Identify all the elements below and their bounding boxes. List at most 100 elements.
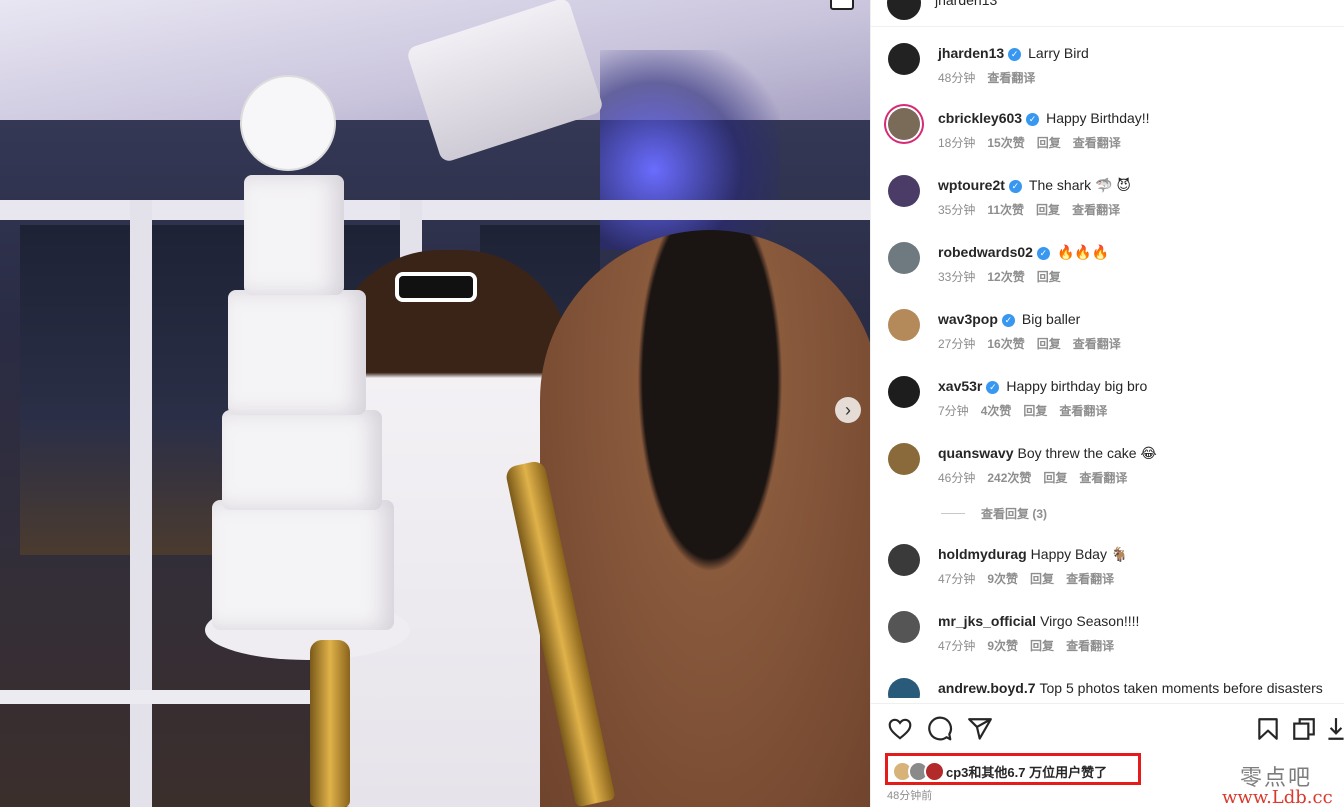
commenter-avatar[interactable] [888,443,920,475]
commenter-username[interactable]: quanswavy [938,445,1013,461]
comment-list[interactable]: jharden13 ✓ Larry Bird 48分钟 查看翻译 cbrickley603… [871,26,1344,698]
commenter-avatar[interactable] [888,544,920,576]
comment-body: cbrickley603 ✓ Happy Birthday!! [938,109,1150,127]
window-post [130,200,152,807]
share-icon[interactable] [967,716,993,742]
divider [941,513,965,514]
translate-button[interactable]: 查看翻译 [1073,136,1121,150]
comment-likes[interactable]: 4次赞 [981,404,1012,418]
translate-button[interactable]: 查看翻译 [1073,337,1121,351]
comment-body: holdmydurag Happy Bday 🐐 [938,545,1128,563]
commenter-avatar[interactable] [888,309,920,341]
commenter-username[interactable]: cbrickley603 [938,110,1022,126]
next-photo-button[interactable]: › [835,397,861,423]
download-icon[interactable] [1327,716,1344,742]
comment-icon[interactable] [927,716,953,742]
comment-body: mr_jks_official Virgo Season!!!! [938,612,1139,630]
verified-badge-icon: ✓ [1001,314,1015,327]
commenter-avatar[interactable] [888,108,920,140]
commenter-avatar[interactable] [888,376,920,408]
heart-icon[interactable] [887,716,913,742]
commenter-username[interactable]: wav3pop [938,311,998,327]
copy-icon[interactable] [1291,716,1317,742]
multi-photo-icon [830,0,854,10]
blue-light [600,50,780,250]
post-header: jharden13 [871,0,1344,27]
reply-button[interactable]: 回复 [1043,471,1067,485]
commenter-username[interactable]: holdmydurag [938,546,1027,562]
watermark-url: www.Ldb.cc [1222,787,1333,808]
comment-text: Happy Bday 🐐 [1030,546,1129,562]
translate-button[interactable]: 查看翻译 [1072,203,1120,217]
save-icon[interactable] [1255,716,1281,742]
reply-button[interactable]: 回复 [1036,203,1060,217]
comment-body: xav53r ✓ Happy birthday big bro [938,377,1147,395]
comment-likes[interactable]: 242次赞 [987,471,1031,485]
post-timestamp: 48分钟前 [887,790,933,802]
comment-body: robedwards02 ✓ 🔥🔥🔥 [938,243,1109,261]
translate-button[interactable]: 查看翻译 [1066,572,1114,586]
author-avatar[interactable] [887,0,921,20]
comment-text: Happy Birthday!! [1046,110,1150,126]
cake-tier [244,175,344,295]
likes-text[interactable]: cp3和其他6.7 万位用户赞了 [946,762,1107,781]
commenter-avatar[interactable] [888,678,920,698]
comment-body: quanswavy Boy threw the cake 😂 [938,444,1157,462]
comment-body: wptoure2t ✓ The shark 🦈 😈 [938,176,1131,194]
comment-body: andrew.boyd.7 Top 5 photos taken moments … [938,679,1323,697]
commenter-avatar[interactable] [888,611,920,643]
view-replies-button[interactable]: 查看回复 (3) [941,505,1047,522]
comment-text: The shark 🦈 😈 [1028,177,1131,193]
comment-meta: 47分钟 9次赞 回复 查看翻译 [938,637,1126,654]
comment-likes[interactable]: 9次赞 [987,572,1018,586]
comment-time: 18分钟 [938,136,976,150]
comment-time: 35分钟 [938,203,976,217]
comment-likes[interactable]: 15次赞 [987,136,1024,150]
verified-badge-icon: ✓ [1036,247,1050,260]
reply-button[interactable]: 回复 [1030,639,1054,653]
author-username[interactable]: jharden13 [935,0,997,8]
translate-button[interactable]: 查看翻译 [1066,639,1114,653]
liker-avatar [924,761,945,782]
comment-likes[interactable]: 9次赞 [987,639,1018,653]
cake-topper [240,75,336,171]
commenter-username[interactable]: jharden13 [938,45,1004,61]
commenter-username[interactable]: robedwards02 [938,244,1033,260]
commenter-avatar[interactable] [888,242,920,274]
comment-text: Boy threw the cake 😂 [1017,445,1157,461]
translate-button[interactable]: 查看翻译 [1079,471,1127,485]
reply-button[interactable]: 回复 [1030,572,1054,586]
comment-text: Big baller [1021,311,1081,327]
comment-time: 47分钟 [938,572,976,586]
comment-meta: 27分钟 16次赞 回复 查看翻译 [938,335,1133,352]
post-photo[interactable]: › [0,0,870,807]
reply-button[interactable]: 回复 [1037,136,1061,150]
comment-time: 27分钟 [938,337,976,351]
translate-button[interactable]: 查看翻译 [1059,404,1107,418]
commenter-username[interactable]: xav53r [938,378,982,394]
comment-text: Top 5 photos taken moments before disast… [1039,680,1323,696]
comment-likes[interactable]: 16次赞 [987,337,1024,351]
translate-button[interactable]: 查看翻译 [987,71,1035,85]
comment-body: jharden13 ✓ Larry Bird [938,44,1089,62]
commenter-username[interactable]: mr_jks_official [938,613,1036,629]
commenter-username[interactable]: wptoure2t [938,177,1005,193]
comments-panel: jharden13 jharden13 ✓ Larry Bird 48分钟 查看翻译 cb… [870,0,1344,807]
comment-time: 48分钟 [938,71,976,85]
comment-likes[interactable]: 12次赞 [987,270,1024,284]
commenter-avatar[interactable] [888,43,920,75]
reply-button[interactable]: 回复 [1037,337,1061,351]
verified-badge-icon: ✓ [1008,48,1022,61]
comment-meta: 33分钟 12次赞 回复 [938,268,1073,285]
comment-time: 33分钟 [938,270,976,284]
commenter-username[interactable]: andrew.boyd.7 [938,680,1036,696]
view-replies-label: 查看回复 (3) [981,507,1048,521]
comment-text: Larry Bird [1028,45,1089,61]
reply-button[interactable]: 回复 [1023,404,1047,418]
commenter-avatar[interactable] [888,175,920,207]
reply-button[interactable]: 回复 [1037,270,1061,284]
cake-tier [228,290,366,415]
verified-badge-icon: ✓ [1008,180,1022,193]
comment-likes[interactable]: 11次赞 [987,203,1024,217]
likes-summary[interactable]: cp3和其他6.7 万位用户赞了 [885,753,1141,785]
